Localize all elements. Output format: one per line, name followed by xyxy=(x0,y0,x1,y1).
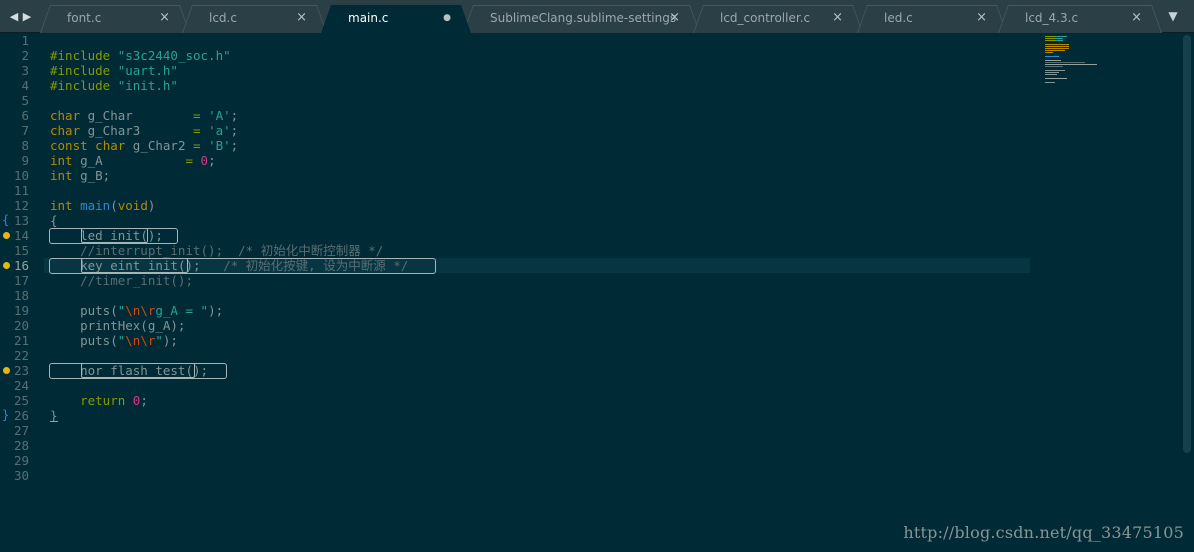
code-line: #include "s3c2440_soc.h" xyxy=(50,48,231,63)
tab-close-icon[interactable]: × xyxy=(976,5,987,31)
code-line: puts("\n\r"); xyxy=(50,333,178,348)
line-number: 3 xyxy=(21,63,29,78)
tab-close-icon[interactable]: × xyxy=(669,5,680,31)
code-line: #include "init.h" xyxy=(50,78,178,93)
warning-marker-icon[interactable] xyxy=(3,262,10,269)
line-number: 10 xyxy=(13,168,29,183)
line-number: 2 xyxy=(21,48,29,63)
code-line: printHex(g_A); xyxy=(50,318,186,333)
line-number: 25 xyxy=(13,393,29,408)
line-number: 1 xyxy=(21,33,29,48)
tab-label: lcd.c xyxy=(209,11,237,25)
tab-scroll-right-icon[interactable]: ▶ xyxy=(20,0,34,33)
line-number: 19 xyxy=(13,303,29,318)
editor[interactable]: 1 2 3 4 5 6 7 8 9 10 11 12 13 14 15 16 1… xyxy=(0,33,1194,552)
tab-close-icon[interactable]: × xyxy=(1131,5,1142,31)
tab-sublimeclang-settings[interactable]: SublimeClang.sublime-settings × xyxy=(463,5,700,33)
tab-main-c[interactable]: main.c ● xyxy=(321,5,471,33)
tab-close-icon[interactable]: × xyxy=(159,5,170,31)
code-line: int g_A = 0; xyxy=(50,153,216,168)
line-number: 17 xyxy=(13,273,29,288)
tab-lcd-controller-c[interactable]: lcd_controller.c × xyxy=(693,5,863,33)
warning-identifier-highlight xyxy=(81,258,188,273)
tab-navigation: ◀ ▶ xyxy=(0,0,40,33)
scrollbar-thumb[interactable] xyxy=(1183,35,1191,453)
line-number: 4 xyxy=(21,78,29,93)
line-number: 24 xyxy=(13,378,29,393)
tab-label: lcd_controller.c xyxy=(720,11,811,25)
code-line: int main(void) xyxy=(50,198,156,213)
minimap[interactable] xyxy=(1040,33,1180,113)
tab-font-c[interactable]: font.c × xyxy=(40,5,190,33)
vertical-scrollbar[interactable] xyxy=(1180,33,1194,552)
watermark-text: http://blog.csdn.net/qq_33475105 xyxy=(903,523,1184,542)
tab-label: SublimeClang.sublime-settings xyxy=(490,11,677,25)
line-number: 15 xyxy=(13,243,29,258)
fold-open-icon[interactable]: { xyxy=(2,213,9,228)
code-line-comment: //interrupt_init(); /* 初始化中断控制器 */ xyxy=(50,243,384,258)
tab-label: font.c xyxy=(67,11,102,25)
line-number: 20 xyxy=(13,318,29,333)
code-line: const char g_Char2 = 'B'; xyxy=(50,138,239,153)
line-number: 9 xyxy=(21,153,29,168)
line-number: 8 xyxy=(21,138,29,153)
tab-close-icon[interactable]: × xyxy=(296,5,307,31)
line-number: 21 xyxy=(13,333,29,348)
tab-lcd-c[interactable]: lcd.c × xyxy=(182,5,327,33)
code-line: int g_B; xyxy=(50,168,111,183)
line-number: 22 xyxy=(13,348,29,363)
line-number: 27 xyxy=(13,423,29,438)
tab-label: lcd_4.3.c xyxy=(1025,11,1079,25)
line-number: 6 xyxy=(21,108,29,123)
code-line: puts("\n\rg_A = "); xyxy=(50,303,224,318)
line-number: 18 xyxy=(13,288,29,303)
tab-close-icon[interactable]: × xyxy=(832,5,843,31)
tab-lcd-4-3-c[interactable]: lcd_4.3.c × xyxy=(998,5,1162,33)
modified-dot-icon[interactable]: ● xyxy=(443,5,451,31)
tab-bar: ◀ ▶ font.c × lcd.c × SublimeClang.sublim… xyxy=(0,0,1194,33)
tab-scroll-left-icon[interactable]: ◀ xyxy=(7,0,21,33)
tab-led-c[interactable]: led.c × xyxy=(857,5,1007,33)
warning-marker-icon[interactable] xyxy=(3,367,10,374)
matching-bracket-underline xyxy=(50,421,58,422)
line-number: 7 xyxy=(21,123,29,138)
line-number: 29 xyxy=(13,453,29,468)
line-number: 12 xyxy=(13,198,29,213)
warning-identifier-highlight xyxy=(81,228,148,243)
code-area[interactable]: #include "s3c2440_soc.h" #include "uart.… xyxy=(49,33,1030,552)
tab-label: led.c xyxy=(884,11,913,25)
tab-label: main.c xyxy=(348,11,389,25)
line-number: 30 xyxy=(13,468,29,483)
fold-close-icon[interactable]: } xyxy=(2,408,9,423)
code-line: #include "uart.h" xyxy=(50,63,178,78)
code-line-comment: //timer_init(); xyxy=(50,273,193,288)
code-line: return 0; xyxy=(80,393,148,408)
code-line: char g_Char = 'A'; xyxy=(50,108,239,123)
warning-identifier-highlight xyxy=(81,363,195,378)
line-number: 11 xyxy=(13,183,29,198)
tab-list-dropdown-icon[interactable]: ▼ xyxy=(1152,0,1194,33)
code-line: { xyxy=(50,213,58,228)
code-line: char g_Char3 = 'a'; xyxy=(50,123,239,138)
line-number: 28 xyxy=(13,438,29,453)
warning-marker-icon[interactable] xyxy=(3,232,10,239)
gutter: 1 2 3 4 5 6 7 8 9 10 11 12 13 14 15 16 1… xyxy=(0,33,44,552)
line-number: 5 xyxy=(21,93,29,108)
